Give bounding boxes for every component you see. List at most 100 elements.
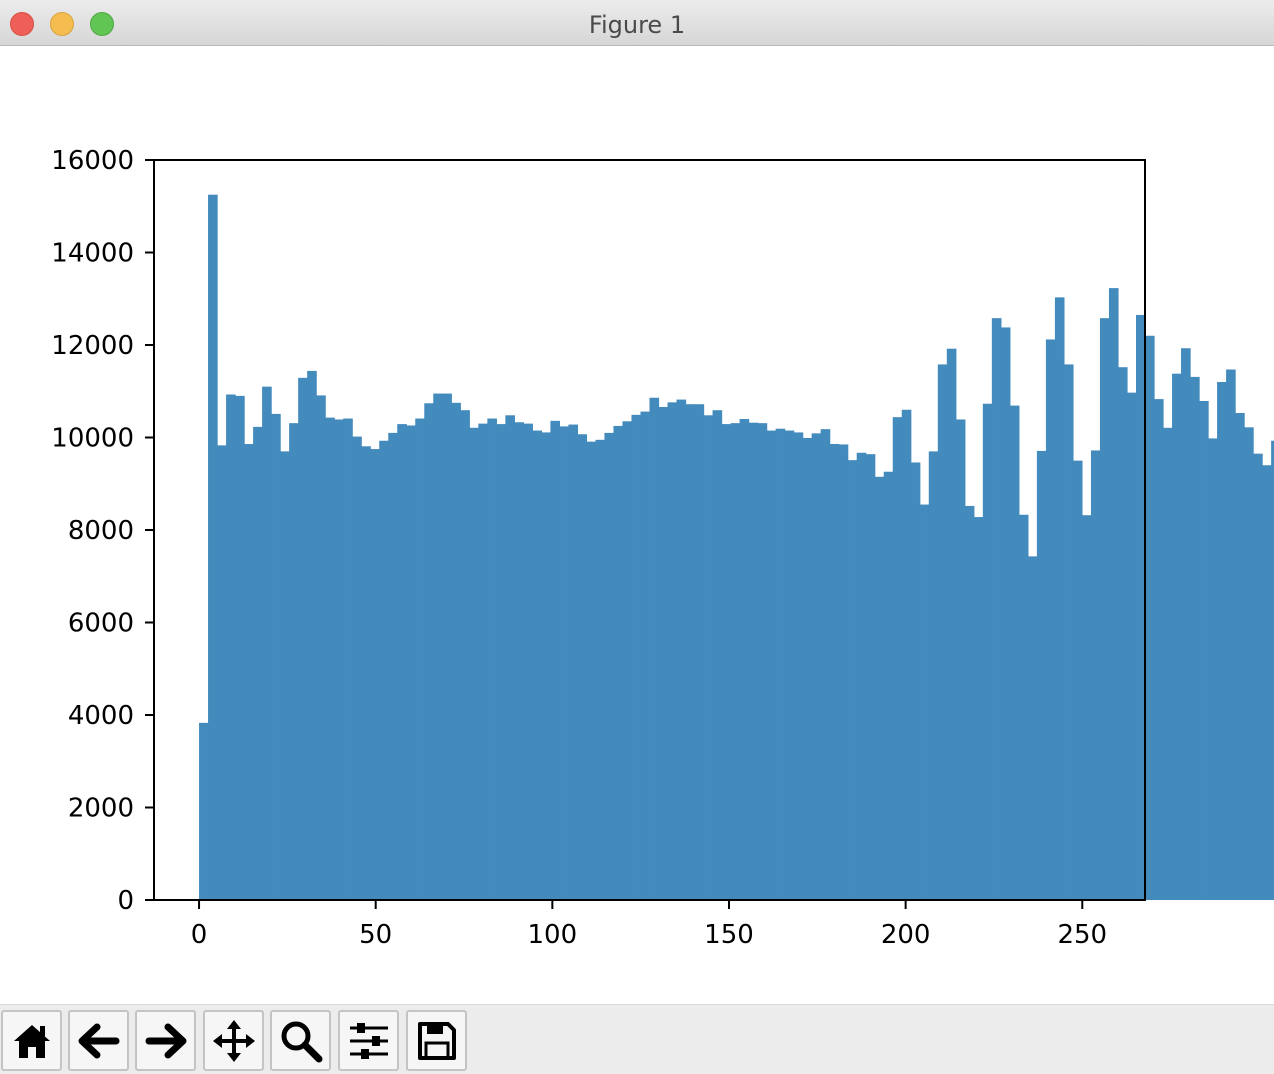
histogram-bar [559, 426, 570, 900]
y-tick-label: 10000 [51, 424, 134, 454]
y-tick-label: 4000 [68, 701, 134, 731]
histogram-bar [271, 413, 281, 900]
histogram-bar [226, 394, 236, 900]
histogram-bar [676, 399, 687, 900]
histogram-bar [298, 377, 308, 901]
histogram-bar [721, 424, 732, 900]
histogram-bar [991, 318, 1002, 900]
forward-button[interactable] [135, 1010, 196, 1071]
histogram-bar [433, 393, 443, 900]
histogram-bar [973, 517, 984, 900]
histogram-bar [829, 443, 840, 900]
histogram-bar [694, 404, 705, 900]
histogram-bar [964, 505, 975, 900]
histogram-bar [946, 348, 957, 900]
zoom-magnifier-icon [281, 1021, 322, 1062]
histogram-bar [1163, 427, 1173, 900]
y-tick-label: 16000 [51, 146, 134, 176]
histogram-bar [784, 430, 795, 900]
histogram-bar [460, 410, 470, 900]
histogram-bar [820, 429, 831, 900]
histogram-bar [766, 430, 777, 900]
histogram-bar [793, 432, 804, 900]
histogram-bar [379, 440, 389, 900]
histogram-bar [280, 451, 290, 900]
window-title: Figure 1 [588, 11, 686, 39]
y-tick-label: 12000 [51, 331, 134, 361]
window-titlebar: Figure 1 [0, 0, 1274, 46]
histogram-bar [748, 422, 759, 900]
back-button[interactable] [68, 1010, 129, 1071]
histogram-bar [838, 444, 849, 900]
histogram-bar [262, 386, 272, 901]
histogram-bar [505, 415, 515, 900]
histogram-bar [550, 420, 561, 900]
histogram-bar [919, 504, 930, 900]
histogram-bar [658, 406, 669, 900]
histogram-bar [469, 427, 479, 900]
histogram-bar [388, 432, 398, 901]
histogram-bar [1018, 514, 1029, 900]
figure-canvas: 0 50 100 150 200 250 0 2000 4000 6000 8000 10000 120… [0, 46, 1274, 1004]
histogram-bar [775, 428, 786, 900]
pan-button[interactable] [203, 1010, 264, 1071]
histogram-bar [847, 460, 858, 900]
histogram-bar [874, 476, 885, 900]
save-button[interactable] [406, 1010, 467, 1071]
bars-group [199, 194, 1274, 901]
histogram-bar [937, 364, 948, 900]
histogram-bar [955, 419, 966, 900]
histogram-bar [352, 436, 362, 900]
zoom-button[interactable] [270, 1010, 331, 1071]
histogram-bar [982, 403, 993, 900]
histogram-bar [199, 722, 209, 900]
histogram-bar [361, 446, 371, 900]
histogram-bar [1036, 450, 1047, 900]
histogram-bar [415, 418, 425, 900]
histogram-bar [1244, 427, 1254, 900]
histogram-bar [1063, 364, 1074, 900]
histogram-bar [217, 445, 227, 900]
histogram-bar [244, 443, 254, 900]
histogram-bar [1154, 399, 1164, 900]
histogram-bar [622, 421, 633, 900]
histogram-bar [397, 424, 407, 900]
histogram-bar [235, 395, 245, 901]
histogram-bar [712, 410, 723, 900]
histogram-bar [730, 423, 741, 900]
histogram-bar [613, 425, 624, 900]
histogram-bar [1099, 318, 1110, 900]
histogram-bar [685, 404, 696, 900]
histogram-bar [208, 194, 218, 900]
histogram-bar [307, 370, 317, 900]
histogram-bar [757, 423, 768, 900]
histogram-bar [1045, 339, 1056, 900]
histogram-bar [1208, 438, 1218, 900]
histogram-bar [604, 432, 615, 901]
y-tick-label: 8000 [68, 516, 134, 546]
histogram-bar [1090, 450, 1101, 900]
histogram-bar [577, 434, 588, 900]
histogram-bar [703, 415, 714, 900]
back-arrow-icon [78, 1023, 119, 1058]
home-icon [13, 1024, 50, 1058]
configure-subplots-button[interactable] [338, 1010, 399, 1071]
histogram-bar [316, 395, 326, 900]
save-floppy-icon [417, 1021, 456, 1060]
histogram-bar [1126, 392, 1137, 900]
histogram-bar [811, 433, 822, 900]
histogram-bar [1181, 348, 1191, 900]
x-tick-label: 250 [1057, 920, 1107, 950]
histogram-bar [1262, 465, 1272, 900]
histogram-bar [901, 409, 912, 900]
histogram-bar [1253, 453, 1263, 900]
histogram-bar [532, 430, 542, 900]
histogram-bar [334, 419, 344, 900]
histogram-bar [523, 423, 533, 900]
histogram-chart: 0 50 100 150 200 250 0 2000 4000 6000 8000 10000 120… [51, 146, 1274, 950]
histogram-bar [1172, 373, 1182, 900]
home-button[interactable] [1, 1010, 62, 1071]
histogram-bar [289, 423, 299, 900]
histogram-bar [1000, 327, 1011, 900]
histogram-bar [1027, 556, 1038, 900]
